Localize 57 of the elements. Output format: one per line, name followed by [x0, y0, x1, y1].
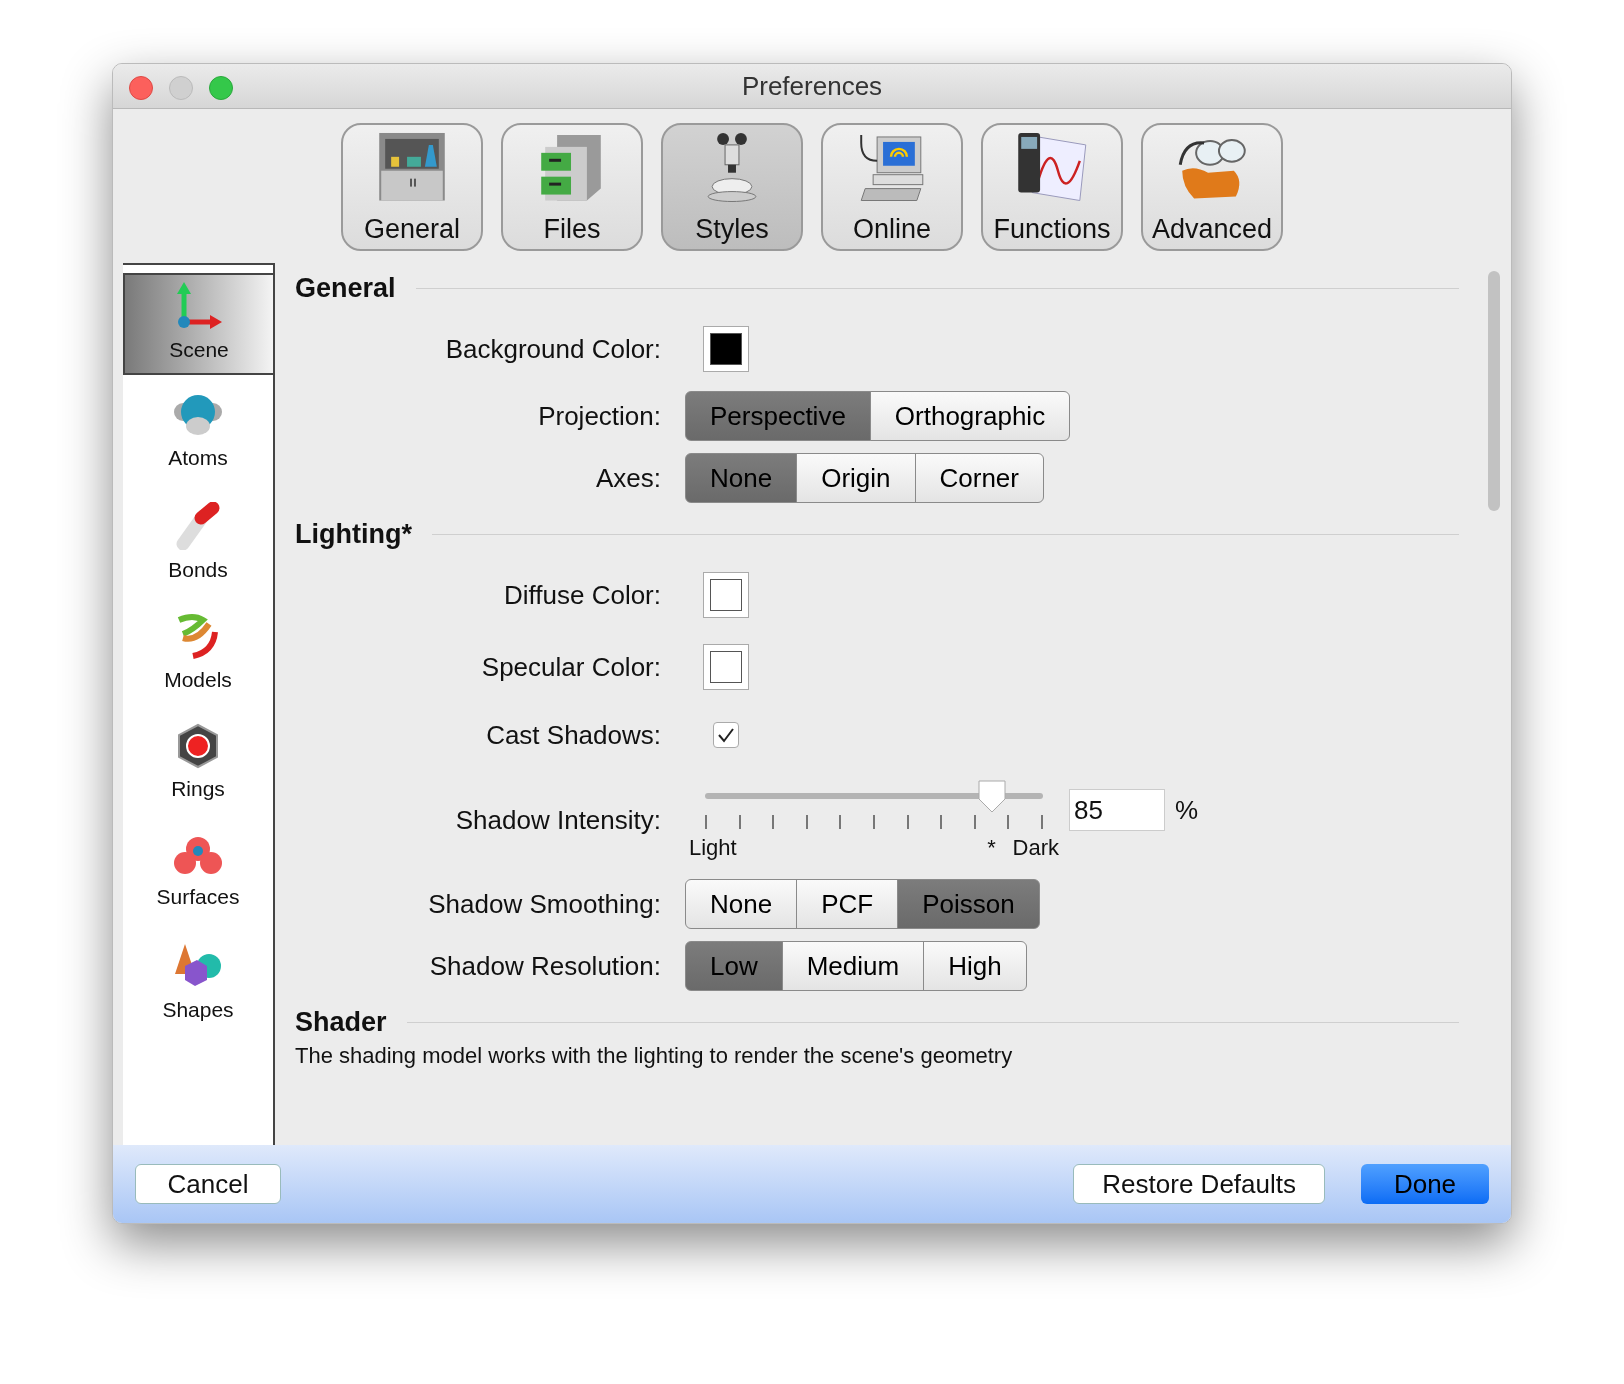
segment-button[interactable]: Corner [914, 453, 1044, 503]
checkbox[interactable] [713, 722, 739, 748]
field-label: Specular Color: [480, 650, 662, 684]
slider-min-label: Light [689, 834, 737, 862]
window-title: Preferences [741, 69, 883, 103]
field-label: Diffuse Color: [502, 578, 662, 612]
field-label: Shadow Intensity: [454, 803, 662, 837]
segment-button[interactable]: Orthographic [869, 391, 1071, 441]
sidebar-item[interactable]: Shapes [123, 933, 273, 1035]
toolbar-tab[interactable]: Functions [981, 123, 1123, 251]
checkmark-icon [717, 727, 735, 743]
close-button[interactable] [129, 76, 153, 100]
segment-button[interactable]: Poisson [897, 879, 1040, 929]
sidebar-item[interactable]: Surfaces [123, 823, 273, 925]
axes-icon [174, 282, 224, 331]
segment-button[interactable]: Perspective [685, 391, 871, 441]
toolbar-tab[interactable]: General [341, 123, 483, 251]
sidebar-item[interactable]: Atoms [123, 383, 273, 485]
color-well[interactable] [703, 572, 749, 618]
sidebar-item[interactable]: Scene [123, 273, 273, 375]
slider-max-label: Dark [1012, 834, 1059, 862]
field-label: Background Color: [444, 332, 662, 366]
segment-button[interactable]: PCF [796, 879, 899, 929]
default-marker: * [987, 834, 996, 862]
toolbar-tab[interactable]: Styles [661, 123, 803, 251]
done-button[interactable]: Done [1361, 1164, 1489, 1204]
unit-label: % [1175, 793, 1199, 827]
field-label: Shadow Smoothing: [427, 887, 662, 921]
field-label: Shadow Resolution: [428, 949, 662, 983]
sidebar-item[interactable]: Bonds [123, 493, 273, 595]
slider-thumb[interactable] [976, 779, 1009, 813]
segment-button[interactable]: Low [685, 941, 783, 991]
segment-button[interactable]: Medium [781, 941, 925, 991]
section-heading: General [295, 271, 396, 305]
color-well[interactable] [703, 326, 749, 372]
field-label: Projection: [537, 399, 662, 433]
toolbar-tab[interactable]: Advanced [1141, 123, 1283, 251]
zoom-button[interactable] [209, 76, 233, 100]
toolbar-tab[interactable]: Online [821, 123, 963, 251]
hexagon-icon [175, 723, 221, 770]
segment-button[interactable]: None [685, 879, 798, 929]
section-description: The shading model works with the lighting to render the scene's geometry [295, 1042, 1014, 1070]
section-heading: Shader [295, 1005, 387, 1039]
section-heading: Lighting* [295, 517, 412, 551]
cabinet-icon [377, 131, 447, 203]
field-label: Axes: [594, 461, 662, 495]
sidebar-item[interactable]: Models [123, 603, 273, 705]
restore-defaults-button[interactable]: Restore Defaults [1073, 1164, 1325, 1204]
segment-button[interactable]: Origin [796, 453, 916, 503]
value-field[interactable]: 85 [1069, 789, 1165, 831]
segment-button[interactable]: High [923, 941, 1027, 991]
toolbar-tab[interactable]: Files [501, 123, 643, 251]
sidebar-item[interactable]: Rings [123, 713, 273, 815]
cancel-button[interactable]: Cancel [135, 1164, 281, 1204]
color-well[interactable] [703, 644, 749, 690]
field-label: Cast Shadows: [485, 718, 662, 752]
segment-button[interactable]: None [685, 453, 798, 503]
